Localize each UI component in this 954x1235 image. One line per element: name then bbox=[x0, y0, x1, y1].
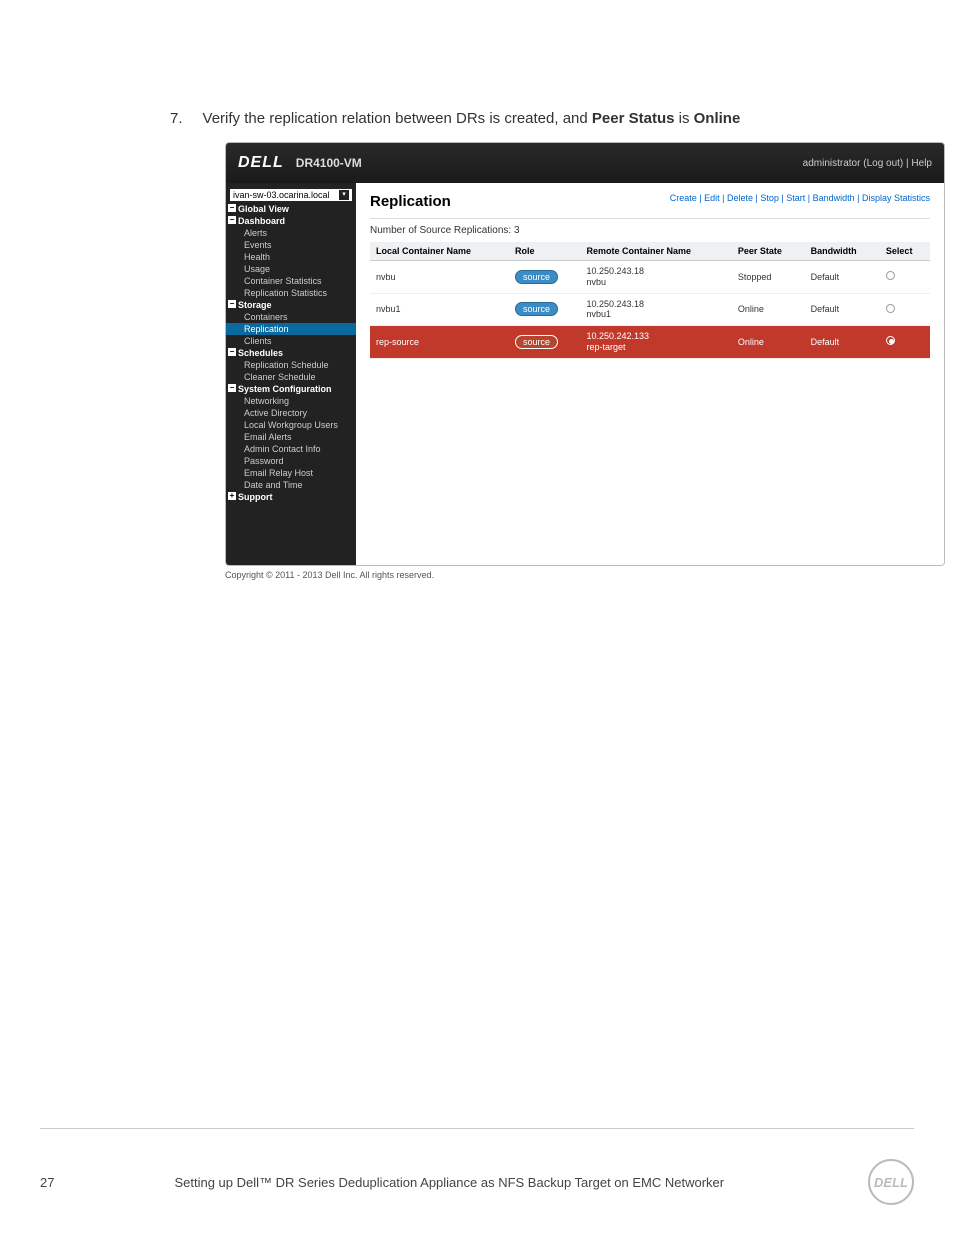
cell-remote: 10.250.243.18nvbu1 bbox=[580, 293, 731, 326]
app-topbar: DELL DR4100-VM administrator (Log out) |… bbox=[226, 143, 944, 183]
copyright: Copyright © 2011 - 2013 Dell Inc. All ri… bbox=[225, 570, 924, 580]
action-link[interactable]: Delete bbox=[727, 193, 753, 203]
action-link[interactable]: Display Statistics bbox=[862, 193, 930, 203]
sidebar-item[interactable]: Alerts bbox=[226, 227, 356, 239]
cell-select[interactable] bbox=[880, 293, 930, 326]
action-link[interactable]: Bandwidth bbox=[813, 193, 855, 203]
sidebar-item[interactable]: Admin Contact Info bbox=[226, 443, 356, 455]
role-badge: source bbox=[515, 270, 558, 284]
sidebar-group[interactable]: Schedules bbox=[226, 347, 356, 359]
replication-table: Local Container NameRoleRemote Container… bbox=[370, 242, 930, 359]
sidebar-item[interactable]: Health bbox=[226, 251, 356, 263]
cell-local: nvbu1 bbox=[370, 293, 509, 326]
step-text: Verify the replication relation between … bbox=[203, 110, 741, 127]
cell-remote: 10.250.242.133rep-target bbox=[580, 326, 731, 359]
cell-peer: Online bbox=[732, 326, 805, 359]
sidebar-group[interactable]: Support bbox=[226, 491, 356, 503]
sidebar-group[interactable]: Global View bbox=[226, 203, 356, 215]
sidebar-item[interactable]: Usage bbox=[226, 263, 356, 275]
sidebar-group[interactable]: Storage bbox=[226, 299, 356, 311]
sidebar-group[interactable]: Dashboard bbox=[226, 215, 356, 227]
page-number: 27 bbox=[40, 1175, 54, 1190]
action-bar: Create | Edit | Delete | Stop | Start | … bbox=[670, 193, 930, 203]
column-header: Role bbox=[509, 242, 580, 261]
action-link[interactable]: Start bbox=[786, 193, 805, 203]
sidebar-item[interactable]: Cleaner Schedule bbox=[226, 371, 356, 383]
sidebar-item[interactable]: Replication Statistics bbox=[226, 287, 356, 299]
sidebar: ivan-sw-03.ocarina.local▾ Global ViewDas… bbox=[226, 183, 356, 565]
action-link[interactable]: Create bbox=[670, 193, 697, 203]
page-title: Replication bbox=[370, 193, 451, 210]
admin-link[interactable]: administrator bbox=[803, 158, 861, 169]
sidebar-item[interactable]: Container Statistics bbox=[226, 275, 356, 287]
role-badge: source bbox=[515, 335, 558, 349]
cell-local: nvbu bbox=[370, 261, 509, 294]
chevron-down-icon[interactable]: ▾ bbox=[339, 190, 349, 200]
cell-bw: Default bbox=[805, 261, 880, 294]
select-radio[interactable] bbox=[886, 336, 895, 345]
action-link[interactable]: Stop bbox=[760, 193, 779, 203]
sidebar-item[interactable]: Password bbox=[226, 455, 356, 467]
replication-count: Number of Source Replications: 3 bbox=[370, 225, 930, 236]
sidebar-item[interactable]: Clients bbox=[226, 335, 356, 347]
select-radio[interactable] bbox=[886, 271, 895, 280]
step-number: 7. bbox=[170, 110, 183, 127]
sidebar-item[interactable]: Events bbox=[226, 239, 356, 251]
action-link[interactable]: Edit bbox=[704, 193, 720, 203]
cell-bw: Default bbox=[805, 293, 880, 326]
cell-peer: Stopped bbox=[732, 261, 805, 294]
host-selector[interactable]: ivan-sw-03.ocarina.local▾ bbox=[230, 189, 352, 201]
column-header: Remote Container Name bbox=[580, 242, 731, 261]
cell-peer: Online bbox=[732, 293, 805, 326]
sidebar-item[interactable]: Active Directory bbox=[226, 407, 356, 419]
cell-local: rep-source bbox=[370, 326, 509, 359]
footer-title: Setting up Dell™ DR Series Deduplication… bbox=[174, 1175, 724, 1190]
screenshot-window: DELL DR4100-VM administrator (Log out) |… bbox=[225, 142, 945, 566]
logout-link[interactable]: (Log out) bbox=[863, 158, 903, 169]
role-badge: source bbox=[515, 302, 558, 316]
select-radio[interactable] bbox=[886, 304, 895, 313]
cell-bw: Default bbox=[805, 326, 880, 359]
brand-logo: DELL bbox=[238, 154, 284, 172]
sidebar-item[interactable]: Local Workgroup Users bbox=[226, 419, 356, 431]
model-label: DR4100-VM bbox=[296, 156, 362, 170]
sidebar-item[interactable]: Email Relay Host bbox=[226, 467, 356, 479]
cell-role: source bbox=[509, 326, 580, 359]
sidebar-group[interactable]: System Configuration bbox=[226, 383, 356, 395]
table-row[interactable]: rep-source source 10.250.242.133rep-target… bbox=[370, 326, 930, 359]
table-row[interactable]: nvbu source 10.250.243.18nvbuStoppedDefaul… bbox=[370, 261, 930, 294]
column-header: Bandwidth bbox=[805, 242, 880, 261]
sidebar-item[interactable]: Replication bbox=[226, 323, 356, 335]
topbar-links: administrator (Log out) | Help bbox=[803, 158, 932, 169]
sidebar-item[interactable]: Replication Schedule bbox=[226, 359, 356, 371]
cell-select[interactable] bbox=[880, 326, 930, 359]
table-row[interactable]: nvbu1 source 10.250.243.18nvbu1OnlineDefau… bbox=[370, 293, 930, 326]
cell-role: source bbox=[509, 261, 580, 294]
column-header: Local Container Name bbox=[370, 242, 509, 261]
sidebar-item[interactable]: Date and Time bbox=[226, 479, 356, 491]
footer-logo: DELL bbox=[868, 1159, 914, 1205]
column-header: Peer State bbox=[732, 242, 805, 261]
cell-remote: 10.250.243.18nvbu bbox=[580, 261, 731, 294]
sidebar-item[interactable]: Email Alerts bbox=[226, 431, 356, 443]
cell-select[interactable] bbox=[880, 261, 930, 294]
cell-role: source bbox=[509, 293, 580, 326]
sidebar-item[interactable]: Networking bbox=[226, 395, 356, 407]
sidebar-item[interactable]: Containers bbox=[226, 311, 356, 323]
page-footer: 27 Setting up Dell™ DR Series Deduplicat… bbox=[0, 1128, 954, 1205]
column-header: Select bbox=[880, 242, 930, 261]
main-panel: Replication Create | Edit | Delete | Sto… bbox=[356, 183, 944, 565]
help-link[interactable]: Help bbox=[911, 158, 932, 169]
